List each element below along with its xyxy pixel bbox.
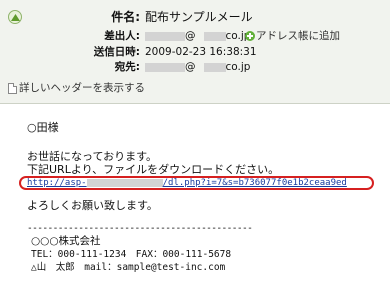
body-line-1: お世話になっております。 [27, 150, 158, 163]
greeting: ○田様 [27, 121, 59, 134]
subject-label: 件名: [111, 10, 140, 24]
signature-company: ○○○株式会社 [31, 235, 101, 247]
to-row: 宛先: @ co.jp [0, 60, 390, 75]
redacted-domain [203, 62, 226, 72]
download-url-link[interactable]: http://asp-/dl.php?i=7&s=b736077f0e1b2ce… [27, 177, 347, 189]
from-row: 差出人: @ co.jp アドレス帳に追加 [0, 29, 390, 44]
body-line-2: 下記URLより、ファイルをダウンロードください。 [27, 163, 280, 176]
add-to-addressbook-link[interactable]: アドレス帳に追加 [245, 29, 340, 44]
date-row: 送信日時: 2009-02-23 16:38:31 [0, 45, 390, 60]
message-header: 件名: 配布サンプルメール 差出人: @ co.jp アドレス帳に追加 送信日時:… [0, 0, 390, 104]
document-icon [8, 82, 17, 94]
from-address: @ co.jp [145, 29, 250, 44]
redacted-name [145, 62, 185, 72]
date-value: 2009-02-23 16:38:31 [145, 46, 257, 58]
from-label: 差出人: [104, 30, 140, 42]
to-label: 宛先: [114, 61, 140, 73]
redacted-domain [203, 31, 226, 41]
redacted-name [145, 31, 185, 41]
signature-separator: ----------------------------------------… [27, 223, 253, 234]
redacted-host [86, 178, 163, 187]
subject-row: 件名: 配布サンプルメール [0, 10, 390, 25]
signature-phone: TEL：000-111-1234 FAX：000-111-5678 [31, 249, 232, 260]
signature-person: △山 太郎 mail：sample@test-inc.com [31, 262, 226, 273]
date-label: 送信日時: [93, 46, 140, 58]
add-contact-icon [245, 31, 255, 41]
subject-value: 配布サンプルメール [145, 10, 253, 24]
to-address: @ co.jp [145, 60, 250, 75]
closing-line: よろしくお願い致します。 [27, 199, 158, 212]
show-details-link[interactable]: 詳しいヘッダーを表示する [8, 81, 145, 95]
